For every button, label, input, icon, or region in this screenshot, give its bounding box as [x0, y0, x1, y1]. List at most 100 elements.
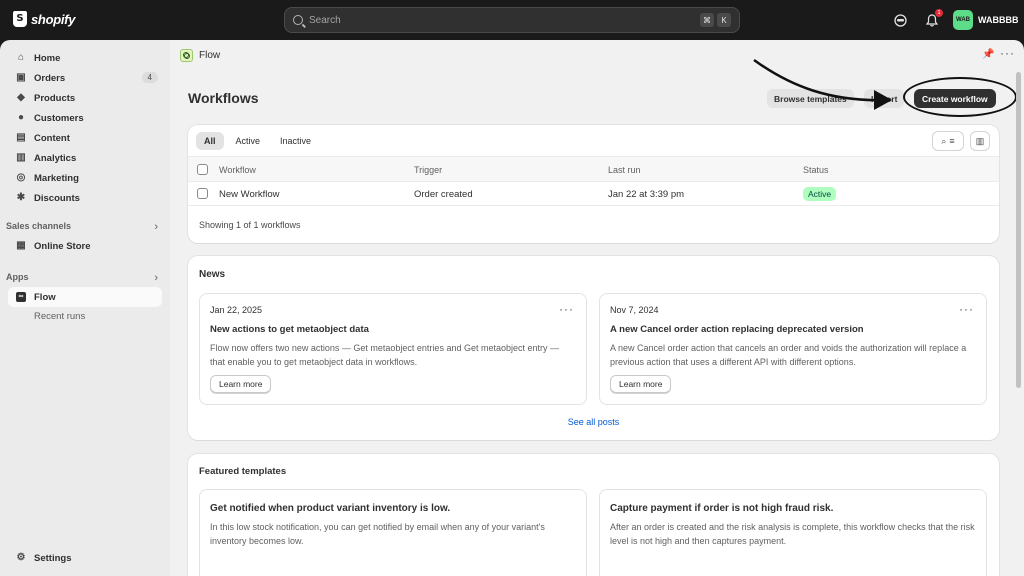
sidebar-item-customers[interactable]: ● Customers — [8, 108, 162, 128]
sidebar-item-recent-runs[interactable]: Recent runs — [34, 311, 85, 322]
gear-icon: ⚙ — [16, 552, 26, 563]
column-trigger: Trigger — [414, 165, 443, 175]
command-key: ⌘ — [700, 13, 714, 27]
sidebar-item-products[interactable]: ◆ Products — [8, 88, 162, 108]
sidebar-item-content[interactable]: ▤ Content — [8, 128, 162, 148]
column-status: Status — [803, 165, 829, 175]
store-icon: ▦ — [16, 240, 26, 251]
tab-inactive[interactable]: Inactive — [272, 132, 319, 150]
sidebar-item-label: Discounts — [34, 192, 80, 204]
row-checkbox[interactable] — [197, 188, 208, 199]
search-filter-button[interactable]: ⌕ ≡ — [932, 131, 964, 151]
featured-title: Featured templates — [199, 466, 287, 477]
sidebar-item-home[interactable]: ⌂ Home — [8, 48, 162, 68]
more-actions-icon[interactable]: ··· — [959, 302, 974, 316]
person-icon: ● — [17, 112, 25, 123]
news-headline: New actions to get metaobject data — [210, 324, 369, 335]
table-row[interactable]: New Workflow Order created Jan 22 at 3:3… — [188, 182, 999, 206]
template-body: In this low stock notification, you can … — [210, 522, 545, 546]
workflow-last-run: Jan 22 at 3:39 pm — [608, 189, 685, 200]
store-menu[interactable]: WAB WABBBB — [953, 10, 1019, 30]
pin-icon[interactable]: 📌 — [982, 49, 994, 60]
annotation-circle — [903, 77, 1017, 117]
brand-name: shopify — [31, 11, 76, 27]
search-input[interactable]: Search ⌘ K — [284, 7, 740, 33]
sidebar-item-label: Customers — [34, 112, 84, 124]
sidebar-item-orders[interactable]: ▣ Orders 4 — [8, 68, 162, 88]
k-key: K — [717, 13, 731, 27]
more-actions-icon[interactable]: ··· — [559, 302, 574, 316]
avatar: WAB — [953, 10, 973, 30]
news-post: Nov 7, 2024 ··· A new Cancel order actio… — [599, 293, 987, 405]
search-shortcut: ⌘ K — [700, 13, 731, 27]
home-icon: ⌂ — [17, 52, 25, 63]
news-body: Flow now offers two new actions — Get me… — [210, 343, 559, 367]
chart-icon: ▥ — [16, 152, 26, 163]
breadcrumb-app[interactable]: Flow — [199, 50, 220, 61]
sidebar-item-flow[interactable]: ∞ Flow — [8, 287, 162, 307]
workflows-table-card: All Active Inactive ⌕ ≡ ▥ Workflow Trigg… — [188, 125, 999, 243]
workflow-name[interactable]: New Workflow — [219, 189, 280, 200]
tab-active[interactable]: Active — [228, 132, 269, 150]
annotation-arrow-icon — [753, 58, 892, 110]
target-icon: ◎ — [16, 172, 26, 183]
sidebar-item-label: Flow — [34, 291, 56, 303]
sales-channels-label: Sales channels — [6, 221, 72, 231]
workflow-trigger: Order created — [414, 189, 473, 200]
notifications-button[interactable]: 1 — [925, 9, 943, 27]
filter-icon: ≡ — [949, 136, 955, 146]
sidebar-item-settings[interactable]: ⚙ Settings — [8, 548, 162, 568]
shopify-logo[interactable]: shopify — [13, 11, 75, 27]
search-placeholder: Search — [309, 14, 341, 26]
orders-count-badge: 4 — [141, 72, 158, 83]
pagination-summary: Showing 1 of 1 workflows — [199, 220, 301, 230]
template-card[interactable]: Capture payment if order is not high fra… — [599, 489, 987, 576]
page-scrollbar[interactable] — [1016, 72, 1021, 388]
select-all-checkbox[interactable] — [197, 164, 208, 175]
apps-label: Apps — [6, 272, 29, 282]
featured-templates-card: Featured templates Get notified when pro… — [188, 454, 999, 576]
learn-more-button[interactable]: Learn more — [210, 375, 272, 393]
columns-icon: ▥ — [975, 135, 985, 146]
sidebar-item-label: Orders — [34, 72, 66, 84]
template-headline: Capture payment if order is not high fra… — [610, 503, 834, 514]
table-header: Workflow Trigger Last run Status — [188, 156, 999, 182]
template-card[interactable]: Get notified when product variant invent… — [199, 489, 587, 576]
news-body: A new Cancel order action that cancels a… — [610, 343, 967, 367]
news-date: Nov 7, 2024 — [610, 305, 659, 315]
more-actions-icon[interactable]: ··· — [1000, 46, 1015, 60]
learn-more-button[interactable]: Learn more — [610, 375, 672, 393]
news-post: Jan 22, 2025 ··· New actions to get meta… — [199, 293, 587, 405]
tab-all[interactable]: All — [196, 132, 224, 150]
news-date: Jan 22, 2025 — [210, 305, 263, 315]
sidekick-icon[interactable] — [893, 13, 907, 27]
apps-chevron-icon[interactable]: › — [154, 272, 158, 284]
sidebar-item-analytics[interactable]: ▥ Analytics — [8, 148, 162, 168]
content-icon: ▤ — [16, 132, 26, 143]
search-icon: ⌕ — [941, 135, 947, 146]
see-all-posts-link[interactable]: See all posts — [188, 417, 999, 427]
flow-app-icon: ∞ — [16, 292, 26, 302]
sidebar-item-label: Home — [34, 52, 61, 64]
sidebar-item-marketing[interactable]: ◎ Marketing — [8, 168, 162, 188]
template-body: After an order is created and the risk a… — [610, 522, 975, 546]
sidebar-item-discounts[interactable]: ✱ Discounts — [8, 188, 162, 208]
sidebar-item-label: Online Store — [34, 240, 91, 252]
columns-button[interactable]: ▥ — [970, 131, 990, 151]
orders-icon: ▣ — [16, 72, 26, 83]
column-workflow: Workflow — [219, 165, 256, 175]
store-name: WABBBB — [978, 15, 1019, 25]
page-title: Workflows — [188, 90, 259, 106]
news-title: News — [199, 269, 226, 280]
sidebar-item-label: Content — [34, 132, 70, 144]
filter-tabs: All Active Inactive — [196, 132, 319, 150]
sidebar-item-label: Settings — [34, 552, 72, 564]
main-content: Flow 📌 ··· Workflows Browse templates Im… — [170, 40, 1024, 576]
template-headline: Get notified when product variant invent… — [210, 503, 451, 514]
tag-icon: ◆ — [17, 92, 25, 103]
news-headline: A new Cancel order action replacing depr… — [610, 324, 864, 335]
top-bar: shopify Search ⌘ K 1 WAB WABBBB — [0, 0, 1024, 40]
sales-channels-chevron-icon[interactable]: › — [154, 221, 158, 233]
sidebar-item-online-store[interactable]: ▦ Online Store — [8, 236, 162, 256]
sidebar: ⌂ Home ▣ Orders 4 ◆ Products ● Customers… — [0, 40, 170, 576]
